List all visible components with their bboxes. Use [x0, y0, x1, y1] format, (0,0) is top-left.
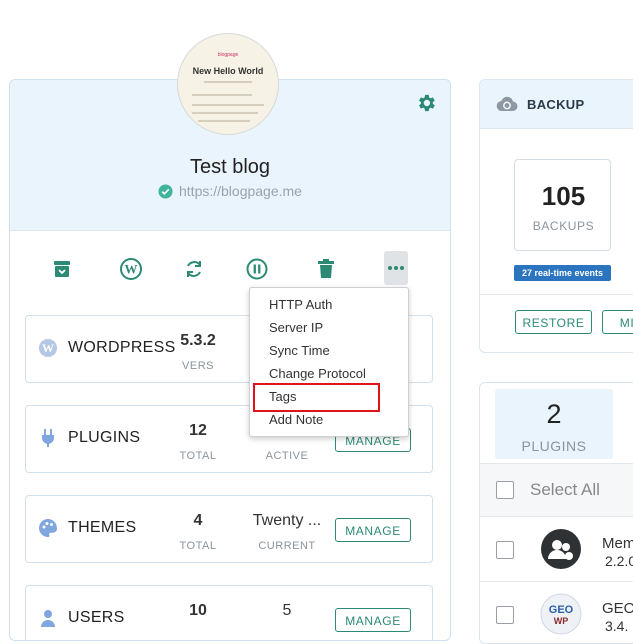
row-value: 10 — [189, 602, 207, 619]
pause-icon[interactable] — [244, 256, 270, 282]
menu-item-http-auth[interactable]: HTTP Auth — [269, 297, 332, 312]
gear-icon[interactable] — [415, 92, 437, 114]
trash-icon[interactable] — [313, 256, 339, 282]
select-all-label[interactable]: Select All — [530, 480, 600, 500]
ellipsis-icon — [388, 266, 404, 270]
row-value: 12 — [189, 422, 207, 439]
row-value: 5.3.2 — [180, 332, 216, 349]
row-caption-2: ACTIVE — [265, 450, 309, 462]
row-label: PLUGINS — [68, 429, 141, 446]
menu-item-add-note[interactable]: Add Note — [269, 412, 323, 427]
svg-text:W: W — [125, 262, 138, 277]
list-item: GEO WP GEO 3.4. — [480, 582, 633, 643]
palette-icon — [38, 518, 58, 538]
row-value: 4 — [193, 512, 203, 529]
menu-item-change-protocol[interactable]: Change Protocol — [269, 366, 366, 381]
site-thumbnail[interactable]: blogpage New Hello World — [177, 33, 279, 135]
geo-plugin-logo-icon: GEO WP — [540, 593, 582, 640]
manage-themes-button[interactable]: MANAGE — [335, 518, 411, 542]
plugin-logo-icon — [540, 528, 582, 575]
thumbnail-small-text: blogpage — [217, 52, 239, 58]
backup-card: BACKUP 105 BACKUPS 27 real-time events R… — [479, 79, 633, 353]
row-value-2: Twenty ... — [252, 512, 322, 529]
verified-check-icon — [158, 184, 173, 199]
plugins-count-box: 2 PLUGINS — [495, 389, 613, 459]
backups-count: 105 — [541, 181, 586, 211]
sync-icon[interactable] — [181, 256, 207, 282]
themes-row: THEMES 4 TOTAL Twenty ... CURRENT MANAGE — [25, 495, 433, 563]
backup-title: BACKUP — [527, 97, 585, 112]
row-label: THEMES — [68, 519, 137, 536]
site-url[interactable]: https://blogpage.me — [179, 183, 302, 199]
plugins-label: PLUGINS — [521, 438, 587, 454]
migrate-button[interactable]: MIG — [602, 310, 633, 334]
svg-text:WP: WP — [554, 616, 569, 626]
row-value-2: 5 — [282, 602, 292, 619]
svg-text:GEO: GEO — [549, 604, 574, 616]
site-url-row[interactable]: https://blogpage.me — [10, 183, 450, 199]
select-all-row: Select All — [480, 464, 633, 517]
backups-label: BACKUPS — [532, 219, 595, 233]
plugin-version: 3.4. — [605, 618, 629, 634]
plugin-checkbox[interactable] — [496, 606, 514, 624]
select-all-checkbox[interactable] — [496, 481, 514, 499]
more-options-button[interactable] — [384, 251, 408, 285]
tags-highlight-box — [253, 383, 380, 412]
plugin-name[interactable]: Mem — [602, 535, 633, 552]
events-badge: 27 real-time events — [514, 265, 611, 281]
user-icon — [38, 608, 58, 628]
plugin-checkbox[interactable] — [496, 541, 514, 559]
row-caption: TOTAL — [179, 540, 217, 552]
row-caption-2: CURRENT — [258, 540, 316, 552]
cloud-sync-icon — [496, 95, 518, 118]
svg-text:W: W — [42, 341, 54, 355]
plugin-name[interactable]: GEO — [602, 600, 633, 617]
restore-button[interactable]: RESTORE — [515, 310, 592, 334]
plugins-card: 2 PLUGINS Select All Mem 2.2.0 GEOWP GEO… — [479, 382, 633, 644]
row-caption: TOTAL — [179, 450, 217, 462]
thumbnail-heading: New Hello World — [192, 66, 264, 76]
plugins-count: 2 — [546, 399, 562, 429]
row-label: USERS — [68, 609, 125, 626]
list-item: Mem 2.2.0 — [480, 517, 633, 582]
manage-users-button[interactable]: MANAGE — [335, 608, 411, 632]
menu-item-server-ip[interactable]: Server IP — [269, 320, 323, 335]
backups-count-box: 105 BACKUPS — [514, 159, 611, 251]
archive-icon[interactable] — [49, 256, 75, 282]
wordpress-icon: W — [38, 338, 58, 358]
plug-icon — [38, 428, 58, 448]
site-title: Test blog — [189, 156, 271, 178]
row-label: WORDPRESS — [68, 339, 176, 356]
row-caption: VERS — [182, 360, 214, 372]
wordpress-icon[interactable]: W — [118, 256, 144, 282]
more-options-menu: HTTP Auth Server IP Sync Time Change Pro… — [249, 287, 409, 437]
plugin-version: 2.2.0 — [605, 553, 633, 569]
users-row: USERS 10 5 MANAGE — [25, 585, 433, 640]
backup-header: BACKUP — [480, 80, 633, 129]
menu-item-sync-time[interactable]: Sync Time — [269, 343, 330, 358]
